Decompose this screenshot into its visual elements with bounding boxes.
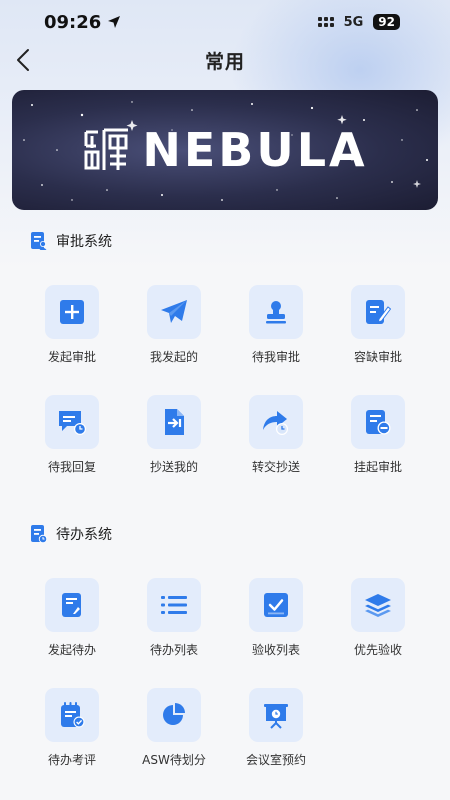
tile-icon-box (45, 688, 99, 742)
tile-icon-box (45, 285, 99, 339)
tile-meeting-room-booking[interactable]: 会议室预约 (225, 688, 327, 768)
tile-pending-my-approval[interactable]: 待我审批 (225, 285, 327, 365)
approval-grid: 发起审批 我发起的 待我审批 容缺审批 待我回复 抄送我的 转交抄送 挂起审批 (0, 285, 450, 475)
chevron-left-icon (17, 49, 29, 71)
status-indicators: 5G 92 (317, 14, 400, 30)
checkbox-icon (264, 593, 288, 617)
location-arrow-icon (108, 16, 121, 28)
nav-bar: 常用 (0, 40, 450, 80)
battery-badge: 92 (373, 14, 400, 30)
tile-label: 挂起审批 (353, 460, 402, 474)
time-text: 09:26 (44, 11, 102, 33)
tile-icon-box (147, 688, 201, 742)
tile-icon-box (249, 285, 303, 339)
brand-name: NEBULA (142, 123, 368, 177)
back-button[interactable] (12, 46, 36, 74)
brand-logo: NEBULA (82, 126, 367, 174)
tile-icon-box (147, 395, 201, 449)
tile-icon-box (351, 395, 405, 449)
tile-start-approval[interactable]: 发起审批 (21, 285, 123, 365)
edit-document-icon (366, 300, 391, 324)
tile-todo-evaluation[interactable]: 待办考评 (21, 688, 123, 768)
network-type: 5G (343, 14, 364, 30)
tile-label: 转交抄送 (251, 460, 300, 474)
tile-tolerant-approval[interactable]: 容缺审批 (327, 285, 429, 365)
tile-icon-box (147, 578, 201, 632)
seal-logo-icon (84, 128, 129, 170)
forward-clock-icon (263, 411, 288, 435)
tile-label: 待我回复 (47, 460, 96, 474)
approval-system-icon (31, 232, 47, 250)
tile-icon-box (45, 395, 99, 449)
notepad-check-icon (61, 702, 85, 728)
tile-icon-box (249, 395, 303, 449)
paper-plane-icon (161, 300, 187, 323)
tile-label: 容缺审批 (353, 350, 402, 364)
pie-chart-icon (163, 703, 185, 725)
tile-label: 发起审批 (47, 350, 96, 364)
tile-cc-to-me[interactable]: 抄送我的 (123, 395, 225, 475)
tile-acceptance-list[interactable]: 验收列表 (225, 578, 327, 658)
status-time: 09:26 (44, 12, 121, 33)
plus-icon (60, 300, 84, 324)
tile-label: 抄送我的 (149, 460, 198, 474)
tile-icon-box (351, 578, 405, 632)
tile-label: 会议室预约 (245, 753, 306, 767)
tile-priority-acceptance[interactable]: 优先验收 (327, 578, 429, 658)
tile-label: 发起待办 (47, 643, 96, 657)
todo-grid: 发起待办 待办列表 验收列表 优先验收 待办考评 ASW待划分 会议室预约 (0, 578, 450, 768)
tile-label: 待办考评 (47, 753, 96, 767)
signal-icon (317, 17, 334, 27)
tile-my-initiated[interactable]: 我发起的 (123, 285, 225, 365)
tile-icon-box (147, 285, 201, 339)
document-import-icon (165, 409, 184, 435)
tile-icon-box (45, 578, 99, 632)
tile-pending-reply[interactable]: 待我回复 (21, 395, 123, 475)
tile-asw-pending-division[interactable]: ASW待划分 (123, 688, 225, 768)
presentation-icon (264, 704, 288, 729)
document-pin-icon (62, 593, 81, 617)
layers-icon (365, 594, 391, 617)
tile-label: 待办列表 (149, 643, 198, 657)
tile-label: ASW待划分 (142, 753, 206, 767)
status-bar: 09:26 5G 92 (0, 0, 450, 44)
approval-section-header: 审批系统 (30, 231, 112, 251)
tile-suspend-approval[interactable]: 挂起审批 (327, 395, 429, 475)
message-clock-icon (59, 411, 86, 435)
todo-system-icon (31, 525, 48, 544)
todo-section-title: 待办系统 (56, 527, 112, 543)
tile-label: 验收列表 (251, 643, 300, 657)
tile-icon-box (249, 578, 303, 632)
tile-icon-box (351, 285, 405, 339)
document-minus-icon (366, 410, 391, 435)
approval-section-title: 审批系统 (56, 234, 112, 250)
tile-label: 优先验收 (353, 643, 402, 657)
tile-forward-cc[interactable]: 转交抄送 (225, 395, 327, 475)
tile-todo-list[interactable]: 待办列表 (123, 578, 225, 658)
stamp-icon (266, 301, 286, 324)
tile-start-todo[interactable]: 发起待办 (21, 578, 123, 658)
page-title: 常用 (204, 50, 245, 73)
todo-section-header: 待办系统 (30, 524, 112, 544)
brand-banner: NEBULA (12, 90, 438, 210)
tile-icon-box (249, 688, 303, 742)
tile-label: 待我审批 (251, 350, 300, 364)
tile-label: 我发起的 (149, 350, 198, 364)
list-icon (161, 596, 187, 614)
